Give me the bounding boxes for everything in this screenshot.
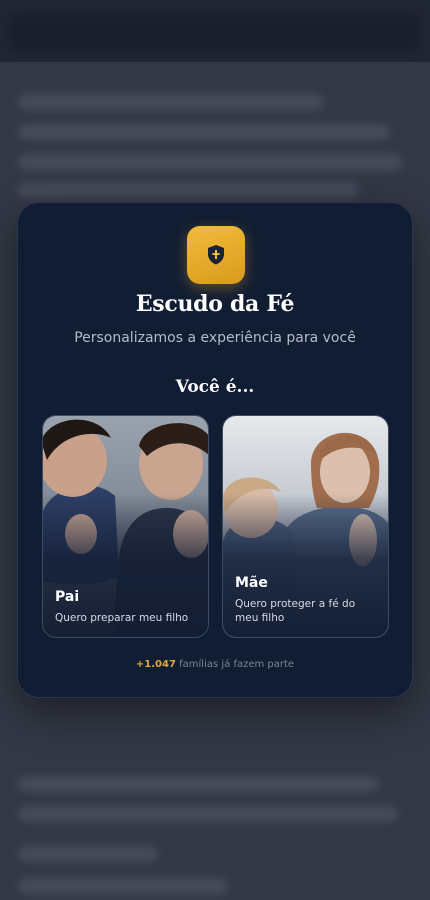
app-subtitle: Personalizamos a experiência para você xyxy=(74,330,356,346)
family-count: +1.047 xyxy=(135,659,176,670)
family-count-label: famílias já fazem parte xyxy=(175,659,295,670)
option-title: Mãe xyxy=(235,575,268,591)
app-title: Escudo da Fé xyxy=(135,291,295,317)
option-card-pai[interactable]: Pai Quero preparar meu filho xyxy=(42,415,209,638)
shield-cross-icon xyxy=(187,226,245,284)
onboarding-modal: Escudo da Fé Personalizamos a experiênci… xyxy=(17,202,413,698)
option-card-mae[interactable]: Mãe Quero proteger a fé do meu filho xyxy=(222,415,389,638)
option-title: Pai xyxy=(55,589,80,605)
option-description: Quero proteger a fé do meu filho xyxy=(235,598,356,624)
option-description: Quero preparar meu filho xyxy=(55,612,189,624)
role-question: Você é... xyxy=(175,377,255,397)
community-count: +1.047 famílias já fazem parte xyxy=(18,659,412,670)
